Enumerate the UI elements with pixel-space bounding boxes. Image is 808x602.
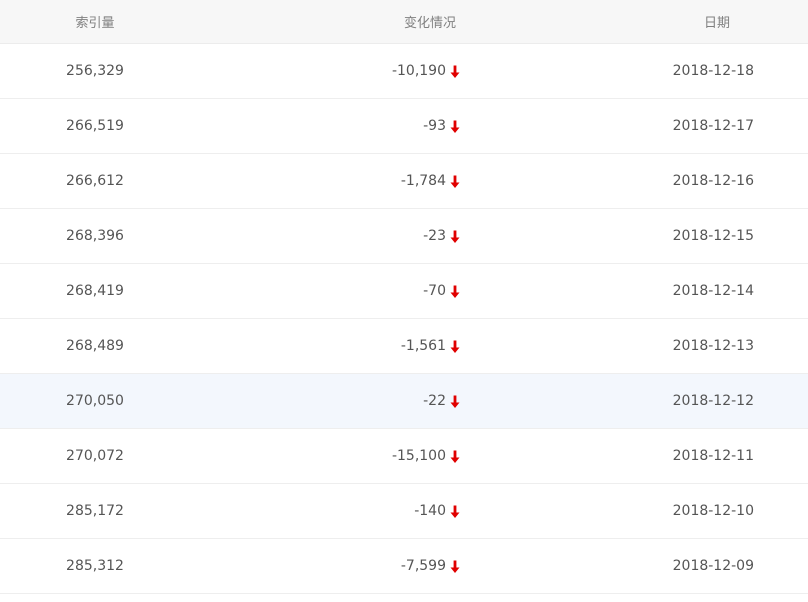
date-value: 2018-12-13 — [672, 338, 754, 354]
down-arrow-icon — [450, 285, 460, 298]
change-value: -23 — [423, 228, 446, 244]
date-value: 2018-12-16 — [672, 173, 754, 189]
date-value: 2018-12-10 — [672, 503, 754, 519]
change-value: -1,561 — [400, 338, 446, 354]
change-value: -1,784 — [400, 173, 446, 189]
down-arrow-icon — [450, 230, 460, 243]
down-arrow-icon — [450, 175, 460, 188]
change-value: -140 — [414, 503, 446, 519]
index-value: 270,072 — [66, 448, 124, 464]
table-row: 285,172 -140 2018-12-10 — [0, 484, 808, 539]
index-value: 285,312 — [66, 558, 124, 574]
table-row: 268,396 -23 2018-12-15 — [0, 209, 808, 264]
change-value: -10,190 — [391, 63, 446, 79]
index-volume-table: 索引量 变化情况 日期 256,329 -10,190 2018-12-18 2… — [0, 0, 808, 594]
date-value: 2018-12-11 — [672, 448, 754, 464]
index-value: 268,489 — [66, 338, 124, 354]
table-row: 266,612 -1,784 2018-12-16 — [0, 154, 808, 209]
change-value: -70 — [423, 283, 446, 299]
change-cell: -1,561 — [190, 338, 460, 354]
change-cell: -10,190 — [190, 63, 460, 79]
change-cell: -7,599 — [190, 558, 460, 574]
down-arrow-icon — [450, 505, 460, 518]
table-row: 285,312 -7,599 2018-12-09 — [0, 539, 808, 594]
table-row: 270,072 -15,100 2018-12-11 — [0, 429, 808, 484]
table-row: 268,489 -1,561 2018-12-13 — [0, 319, 808, 374]
change-value: -22 — [423, 393, 446, 409]
index-value: 268,419 — [66, 283, 124, 299]
table-row: 268,419 -70 2018-12-14 — [0, 264, 808, 319]
date-value: 2018-12-18 — [672, 63, 754, 79]
change-cell: -70 — [190, 283, 460, 299]
table-row: 256,329 -10,190 2018-12-18 — [0, 44, 808, 99]
change-value: -93 — [423, 118, 446, 134]
down-arrow-icon — [450, 65, 460, 78]
date-value: 2018-12-09 — [672, 558, 754, 574]
date-value: 2018-12-17 — [672, 118, 754, 134]
change-value: -15,100 — [391, 448, 446, 464]
header-date: 日期 — [703, 16, 730, 31]
down-arrow-icon — [450, 450, 460, 463]
index-value: 266,612 — [66, 173, 124, 189]
table-header: 索引量 变化情况 日期 — [0, 0, 808, 44]
change-cell: -93 — [190, 118, 460, 134]
change-cell: -23 — [190, 228, 460, 244]
index-value: 268,396 — [66, 228, 124, 244]
index-value: 256,329 — [66, 63, 124, 79]
down-arrow-icon — [450, 560, 460, 573]
date-value: 2018-12-15 — [672, 228, 754, 244]
header-index-volume: 索引量 — [75, 16, 115, 31]
date-value: 2018-12-12 — [672, 393, 754, 409]
index-value: 270,050 — [66, 393, 124, 409]
change-cell: -140 — [190, 503, 460, 519]
change-value: -7,599 — [400, 558, 446, 574]
change-cell: -22 — [190, 393, 460, 409]
down-arrow-icon — [450, 340, 460, 353]
header-change: 变化情况 — [403, 16, 456, 31]
table-row-hovered: 270,050 -22 2018-12-12 — [0, 374, 808, 429]
index-value: 266,519 — [66, 118, 124, 134]
table-row: 266,519 -93 2018-12-17 — [0, 99, 808, 154]
change-cell: -1,784 — [190, 173, 460, 189]
down-arrow-icon — [450, 120, 460, 133]
date-value: 2018-12-14 — [672, 283, 754, 299]
down-arrow-icon — [450, 395, 460, 408]
index-value: 285,172 — [66, 503, 124, 519]
change-cell: -15,100 — [190, 448, 460, 464]
